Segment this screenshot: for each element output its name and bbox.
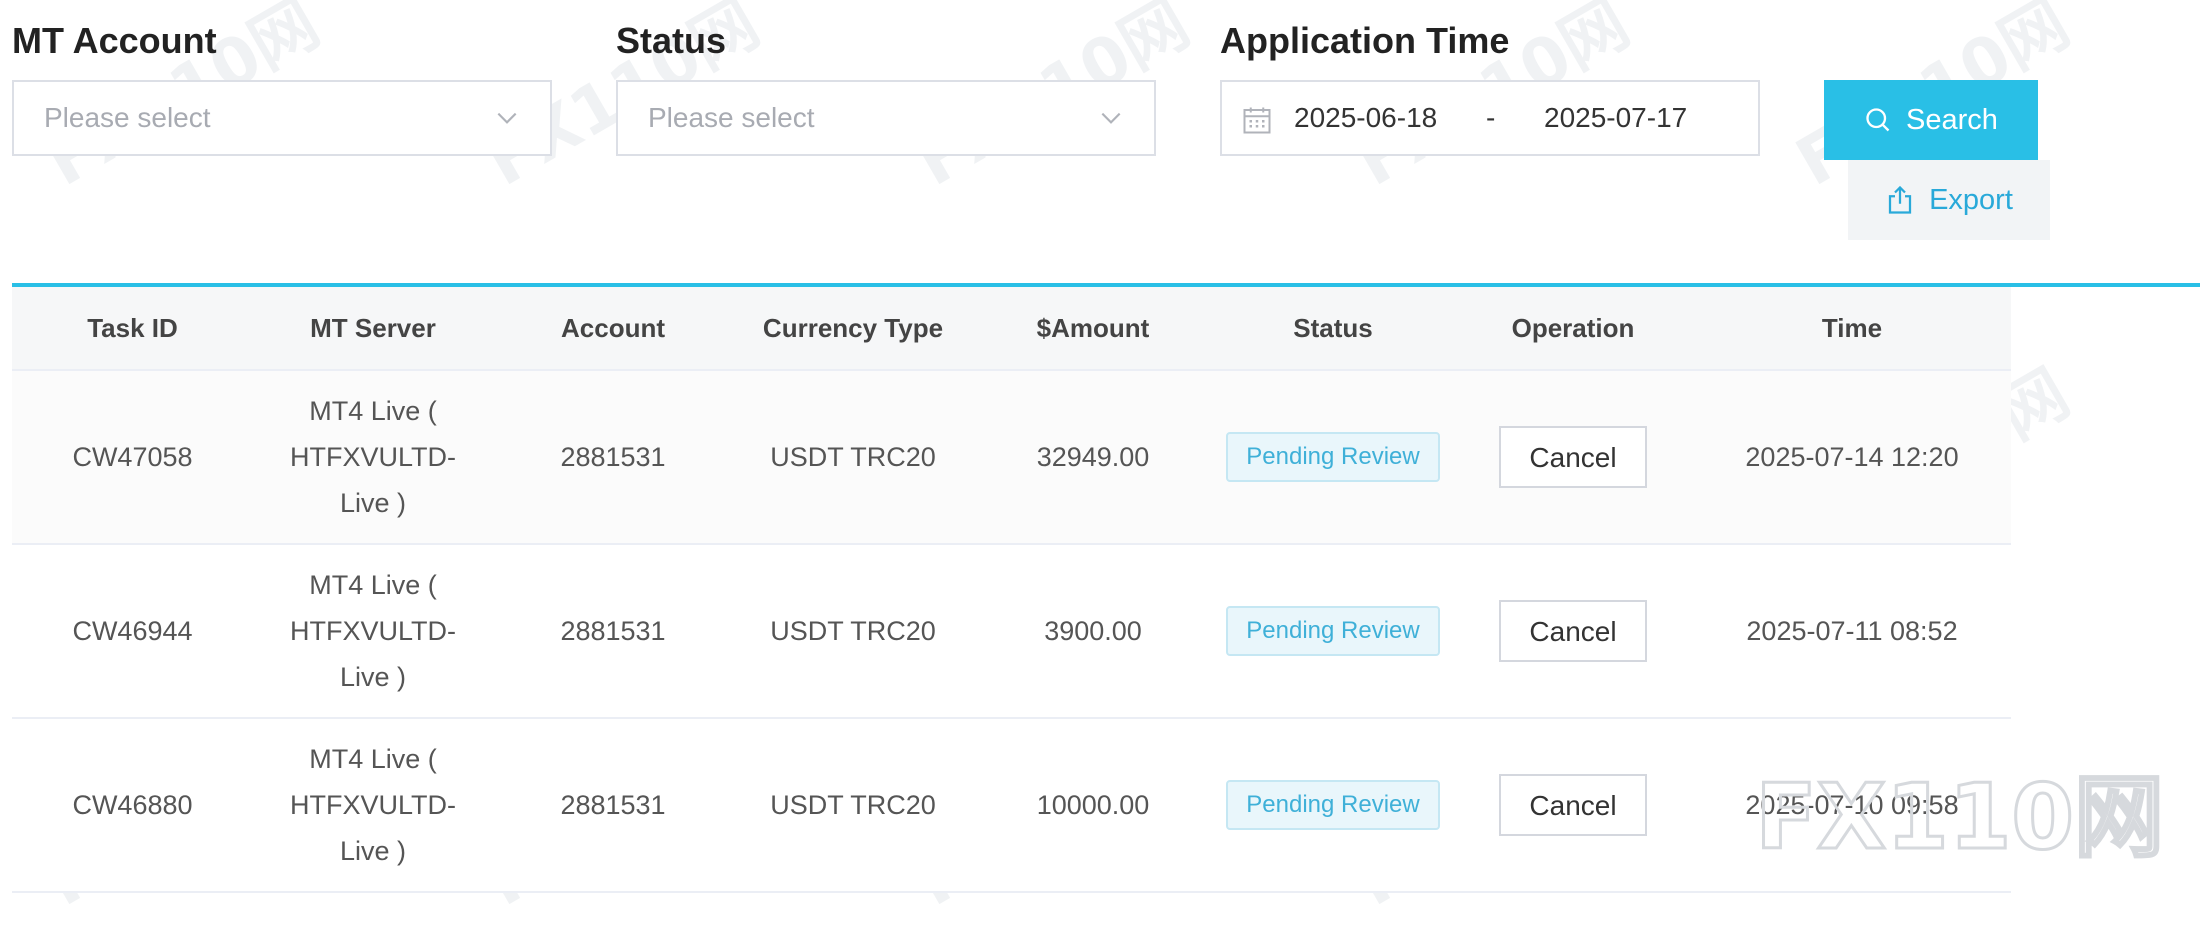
currency-cell: USDT TRC20 [733,544,973,719]
column-header-status: Status [1213,287,1453,371]
status-cell: Pending Review [1213,370,1453,545]
mt-account-select[interactable]: Please select [12,80,552,156]
operation-cell: Cancel [1453,718,1693,893]
column-header-currency-type: Currency Type [733,287,973,371]
table-row: CW46944 MT4 Live ( HTFXVULTD-Live ) 2881… [12,544,2011,719]
search-button[interactable]: Search [1824,80,2038,160]
fx110-logo-watermark: FX110网 [1754,764,2166,872]
search-button-label: Search [1906,103,1998,136]
status-badge: Pending Review [1226,606,1440,656]
account-cell: 2881531 [493,718,733,893]
mt-server-cell: MT4 Live ( HTFXVULTD-Live ) [253,544,493,719]
column-header-operation: Operation [1453,287,1693,371]
start-date-input[interactable]: 2025-06-18 [1294,102,1437,134]
application-time-label: Application Time [1220,20,1510,61]
mt-server-text: MT4 Live ( HTFXVULTD-Live ) [290,570,456,692]
time-cell: 2025-07-14 12:20 [1693,370,2011,545]
amount-cell: 32949.00 [973,370,1213,545]
date-separator: - [1486,102,1496,133]
task-id-cell: CW47058 [12,370,253,545]
status-placeholder: Please select [648,102,815,133]
cancel-button[interactable]: Cancel [1499,426,1647,488]
mt-server-cell: MT4 Live ( HTFXVULTD-Live ) [253,370,493,545]
export-icon [1888,185,1912,214]
table-row: CW46880 MT4 Live ( HTFXVULTD-Live ) 2881… [12,718,2011,893]
time-cell: 2025-07-11 08:52 [1693,544,2011,719]
mt-account-placeholder: Please select [44,102,211,133]
status-label: Status [616,20,727,61]
status-cell: Pending Review [1213,544,1453,719]
chevron-down-icon [497,112,517,124]
operation-cell: Cancel [1453,544,1693,719]
table-header-row: Task ID MT Server Account Currency Type … [12,287,2011,371]
amount-cell: 10000.00 [973,718,1213,893]
mt-server-text: MT4 Live ( HTFXVULTD-Live ) [290,744,456,866]
status-cell: Pending Review [1213,718,1453,893]
chevron-down-icon [1101,112,1121,124]
mt-account-label: MT Account [12,20,217,61]
export-button-label: Export [1929,183,2013,216]
table-row: CW47058 MT4 Live ( HTFXVULTD-Live ) 2881… [12,370,2011,545]
column-header-task-id: Task ID [12,287,253,371]
cancel-button[interactable]: Cancel [1499,600,1647,662]
column-header-mt-server: MT Server [253,287,493,371]
mt-server-text: MT4 Live ( HTFXVULTD-Live ) [290,396,456,518]
calendar-icon [1243,107,1271,134]
status-badge: Pending Review [1226,432,1440,482]
search-icon [1866,108,1890,132]
withdrawal-table: Task ID MT Server Account Currency Type … [12,287,2011,893]
application-time-range[interactable]: 2025-06-18 - 2025-07-17 [1220,80,1760,156]
account-cell: 2881531 [493,544,733,719]
currency-cell: USDT TRC20 [733,370,973,545]
status-select[interactable]: Please select [616,80,1156,156]
currency-cell: USDT TRC20 [733,718,973,893]
mt-server-cell: MT4 Live ( HTFXVULTD-Live ) [253,718,493,893]
column-header-account: Account [493,287,733,371]
amount-cell: 3900.00 [973,544,1213,719]
export-button[interactable]: Export [1848,160,2050,240]
operation-cell: Cancel [1453,370,1693,545]
task-id-cell: CW46944 [12,544,253,719]
account-cell: 2881531 [493,370,733,545]
column-header-time: Time [1693,287,2011,371]
column-header-amount: $Amount [973,287,1213,371]
end-date-input[interactable]: 2025-07-17 [1544,102,1687,134]
status-badge: Pending Review [1226,780,1440,830]
cancel-button[interactable]: Cancel [1499,774,1647,836]
task-id-cell: CW46880 [12,718,253,893]
